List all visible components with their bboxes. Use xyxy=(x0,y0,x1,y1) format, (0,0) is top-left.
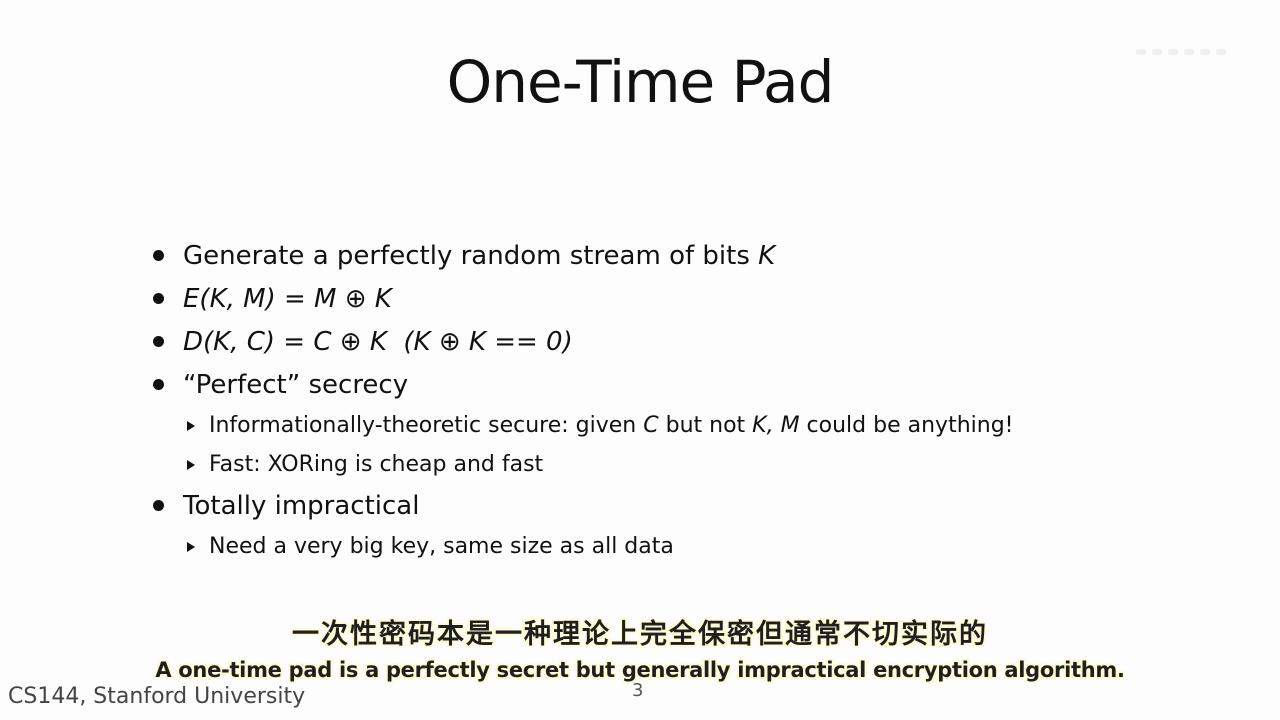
bullet-list: Generate a perfectly random stream of bi… xyxy=(150,236,1150,568)
bullet-item: Totally impractical xyxy=(150,486,1150,529)
sub-bullet-text: Need a very big key, same size as all da… xyxy=(209,534,674,559)
bullet-dot-icon xyxy=(153,293,164,304)
bullet-text: Totally impractical xyxy=(183,491,420,521)
bullet-item: E(K, M) = M ⊕ K xyxy=(150,279,1150,322)
subtitle-english: A one-time pad is a perfectly secret but… xyxy=(155,658,1125,682)
bullet-dot-icon xyxy=(153,379,164,390)
bullet-item: D(K, C) = C ⊕ K (K ⊕ K == 0) xyxy=(150,322,1150,365)
triangle-bullet-icon xyxy=(187,460,195,470)
sub-bullet-item: Need a very big key, same size as all da… xyxy=(150,529,1150,568)
bullet-text: “Perfect” secrecy xyxy=(183,370,409,400)
sub-bullet-item: Fast: XORing is cheap and fast xyxy=(150,447,1150,486)
page-number: 3 xyxy=(632,680,644,701)
bullet-text: Generate a perfectly random stream of bi… xyxy=(183,241,759,271)
triangle-bullet-icon xyxy=(187,421,195,431)
sub-bullet-text: Informationally-theoretic secure: given xyxy=(209,413,644,438)
sub-bullet-item: Informationally-theoretic secure: given … xyxy=(150,408,1150,447)
sub-bullet-italic: C xyxy=(643,413,659,438)
bullet-dot-icon xyxy=(153,500,164,511)
sub-bullet-italic: K, M xyxy=(752,413,800,438)
footer-course: CS144, Stanford University xyxy=(8,684,306,709)
subtitle-chinese: 一次性密码本是一种理论上完全保密但通常不切实际的 xyxy=(292,619,988,650)
triangle-bullet-icon xyxy=(187,542,195,552)
slide: One-Time Pad Generate a perfectly random… xyxy=(0,0,1280,720)
bullet-item: “Perfect” secrecy xyxy=(150,365,1150,408)
bullet-dot-icon xyxy=(153,336,164,347)
bullet-formula: D(K, C) = C ⊕ K (K ⊕ K == 0) xyxy=(183,327,573,357)
bullet-italic: K xyxy=(758,241,776,271)
slide-title: One-Time Pad xyxy=(446,48,835,116)
bullet-item: Generate a perfectly random stream of bi… xyxy=(150,236,1150,279)
sub-bullet-text: Fast: XORing is cheap and fast xyxy=(209,452,544,477)
bullet-formula: E(K, M) = M ⊕ K xyxy=(183,284,392,314)
sub-bullet-text: could be anything! xyxy=(799,413,1014,438)
bullet-dot-icon xyxy=(153,250,164,261)
sub-bullet-text: but not xyxy=(658,413,753,438)
